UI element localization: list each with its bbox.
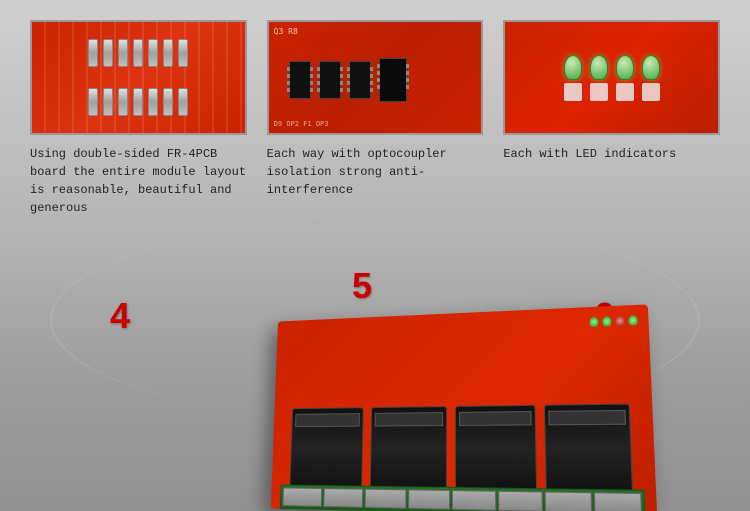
led-bulb bbox=[642, 55, 660, 80]
pin bbox=[133, 88, 143, 116]
pin bbox=[148, 88, 158, 116]
led-indicator-2 bbox=[590, 55, 608, 101]
bottom-board bbox=[261, 311, 641, 511]
pin bbox=[178, 88, 188, 116]
relay-unit-4 bbox=[544, 404, 633, 496]
feature-text-4: Using double-sided FR-4PCB board the ent… bbox=[30, 145, 247, 217]
led-base bbox=[590, 83, 608, 101]
board-led-1 bbox=[589, 317, 598, 327]
board-led-3 bbox=[615, 316, 624, 327]
relay-board bbox=[271, 304, 657, 511]
led-base bbox=[564, 83, 582, 101]
pcb-text-q3r8: Q3 R8 bbox=[274, 27, 298, 36]
feature-image-4 bbox=[30, 20, 247, 135]
terminal-pin-1 bbox=[282, 487, 321, 506]
terminal-pin-5 bbox=[452, 490, 496, 511]
relay-unit-1 bbox=[289, 407, 363, 490]
pin-row-2 bbox=[88, 88, 188, 116]
feature-image-5: Q3 R8 D9 OP2 F1 OP3 bbox=[267, 20, 484, 135]
relay-unit-3 bbox=[455, 405, 537, 494]
pin bbox=[88, 39, 98, 67]
feature-block-5: Q3 R8 D9 OP2 F1 OP3 Each way with optoco… bbox=[267, 20, 484, 199]
ic-chip-2 bbox=[319, 61, 341, 99]
pin bbox=[88, 88, 98, 116]
badge-5: 5 bbox=[352, 265, 372, 307]
page-wrapper: Using double-sided FR-4PCB board the ent… bbox=[0, 0, 750, 511]
terminal-pin-7 bbox=[545, 491, 592, 511]
chip-area bbox=[289, 37, 462, 123]
terminal-pin-3 bbox=[365, 489, 406, 509]
feature-block-6: Each with LED indicators bbox=[503, 20, 720, 163]
led-base bbox=[616, 83, 634, 101]
led-indicator-4 bbox=[642, 55, 660, 101]
terminal-pin-4 bbox=[408, 489, 450, 509]
relay-unit-2 bbox=[370, 406, 447, 492]
led-bulb bbox=[616, 55, 634, 80]
feature-text-6: Each with LED indicators bbox=[503, 145, 676, 163]
led-base bbox=[642, 83, 660, 101]
ic-chip-3 bbox=[349, 61, 371, 99]
led-bulb bbox=[564, 55, 582, 80]
feature-block-4: Using double-sided FR-4PCB board the ent… bbox=[30, 20, 247, 217]
features-section: Using double-sided FR-4PCB board the ent… bbox=[30, 20, 720, 217]
pin bbox=[178, 39, 188, 67]
pin bbox=[148, 39, 158, 67]
pin bbox=[118, 39, 128, 67]
board-led-2 bbox=[602, 316, 611, 326]
pin bbox=[163, 39, 173, 67]
pin bbox=[133, 39, 143, 67]
pin bbox=[103, 39, 113, 67]
pin bbox=[103, 88, 113, 116]
terminal-pin-6 bbox=[498, 491, 543, 511]
board-led-4 bbox=[628, 315, 637, 326]
ic-chip-4 bbox=[379, 58, 407, 102]
led-indicator-1 bbox=[564, 55, 582, 101]
badge-4: 4 bbox=[110, 295, 130, 337]
terminal-block bbox=[280, 485, 646, 511]
led-bulb bbox=[590, 55, 608, 80]
pin bbox=[118, 88, 128, 116]
relay-components bbox=[289, 326, 633, 495]
feature-image-6 bbox=[503, 20, 720, 135]
pin-row-1 bbox=[88, 39, 188, 67]
ic-chip-1 bbox=[289, 61, 311, 99]
terminal-pin-2 bbox=[323, 488, 363, 508]
led-indicator-3 bbox=[616, 55, 634, 101]
pin bbox=[163, 88, 173, 116]
pcb-text-bottom: D9 OP2 F1 OP3 bbox=[274, 120, 329, 128]
feature-text-5: Each way with optocoupler isolation stro… bbox=[267, 145, 484, 199]
led-group bbox=[564, 55, 660, 101]
terminal-pin-8 bbox=[593, 492, 642, 511]
